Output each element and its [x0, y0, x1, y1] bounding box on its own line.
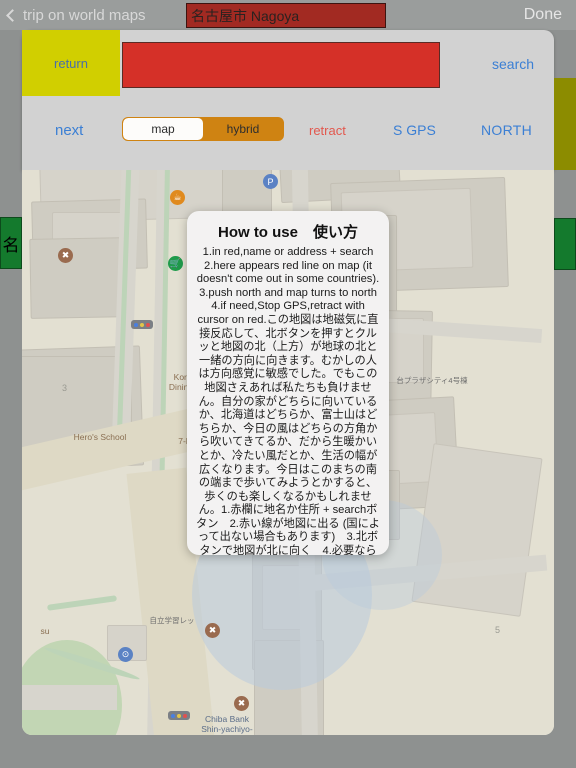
app-root: trip on world maps 名古屋市 Nagoya Done retu…: [0, 0, 576, 768]
toolbar-panel: return search next map hybrid retract S …: [22, 30, 554, 170]
stop-gps-button-label: S GPS: [393, 122, 436, 138]
segment-map-label: map: [151, 122, 175, 136]
cafe-icon-glyph: ☕: [173, 192, 182, 202]
parking-icon-glyph: P: [267, 176, 274, 187]
dialog-title: How to use 使い方: [217, 224, 358, 241]
done-button[interactable]: Done: [524, 0, 562, 30]
dialog-body: How to use 使い方 1.in red,name or address …: [187, 211, 389, 555]
side-marker-left[interactable]: 名: [0, 217, 22, 269]
map-label: 3: [62, 383, 68, 393]
retract-button[interactable]: retract: [309, 123, 346, 138]
map-type-segmented-control[interactable]: map hybrid: [122, 117, 284, 141]
north-button[interactable]: NORTH: [481, 122, 532, 138]
back-button[interactable]: trip on world maps: [6, 6, 146, 24]
police-icon-glyph: ⊙: [121, 649, 130, 659]
segment-map[interactable]: map: [123, 118, 203, 140]
address-search-input[interactable]: 名古屋市 Nagoya: [186, 3, 386, 28]
side-marker-yellow[interactable]: [554, 78, 576, 170]
done-button-label: Done: [523, 6, 562, 23]
school-icon-glyph: ✖: [237, 698, 246, 708]
store-icon[interactable]: 🛒: [168, 256, 183, 271]
red-name-input[interactable]: [122, 42, 440, 88]
map-cursor[interactable]: [168, 711, 190, 720]
side-marker-right[interactable]: [554, 218, 576, 270]
north-button-label: NORTH: [481, 122, 533, 138]
school-icon[interactable]: ✖: [205, 623, 220, 638]
map-label: 台プラザシティ4号棟: [396, 376, 468, 385]
address-search-value: 名古屋市 Nagoya: [191, 7, 300, 24]
map-building: [29, 237, 131, 319]
next-button[interactable]: next: [55, 122, 83, 139]
school-icon-glyph: ✖: [61, 250, 70, 260]
search-button[interactable]: search: [492, 56, 534, 72]
cafe-icon[interactable]: ☕: [170, 190, 185, 205]
search-button-label: search: [492, 56, 535, 72]
navigation-bar: trip on world maps 名古屋市 Nagoya Done: [0, 0, 576, 30]
return-button-label: return: [54, 55, 88, 71]
side-marker-left-label: 名: [2, 235, 20, 255]
next-button-label: next: [55, 122, 84, 139]
map-cursor[interactable]: [131, 320, 153, 329]
segment-hybrid[interactable]: hybrid: [203, 118, 283, 140]
store-icon-glyph: 🛒: [169, 258, 182, 268]
parking-icon[interactable]: P: [263, 174, 278, 189]
return-button[interactable]: return: [22, 30, 120, 96]
school-icon-glyph: ✖: [208, 625, 217, 635]
back-button-label: trip on world maps: [23, 6, 146, 24]
map-label: su: [40, 626, 50, 636]
retract-button-label: retract: [309, 123, 346, 138]
school-icon[interactable]: ✖: [58, 248, 73, 263]
map-label: 5: [495, 625, 501, 635]
stop-gps-button[interactable]: S GPS: [393, 122, 436, 138]
school-icon[interactable]: ✖: [234, 696, 249, 711]
segment-hybrid-label: hybrid: [226, 122, 260, 136]
chevron-left-icon: [6, 8, 19, 22]
how-to-use-dialog: How to use 使い方 1.in red,name or address …: [187, 211, 389, 555]
map-label: Hero's School: [73, 432, 127, 442]
police-icon[interactable]: ⊙: [118, 647, 133, 662]
dialog-message: 1.in red,name or address + search 2.here…: [196, 246, 380, 555]
map-path: [22, 685, 117, 710]
